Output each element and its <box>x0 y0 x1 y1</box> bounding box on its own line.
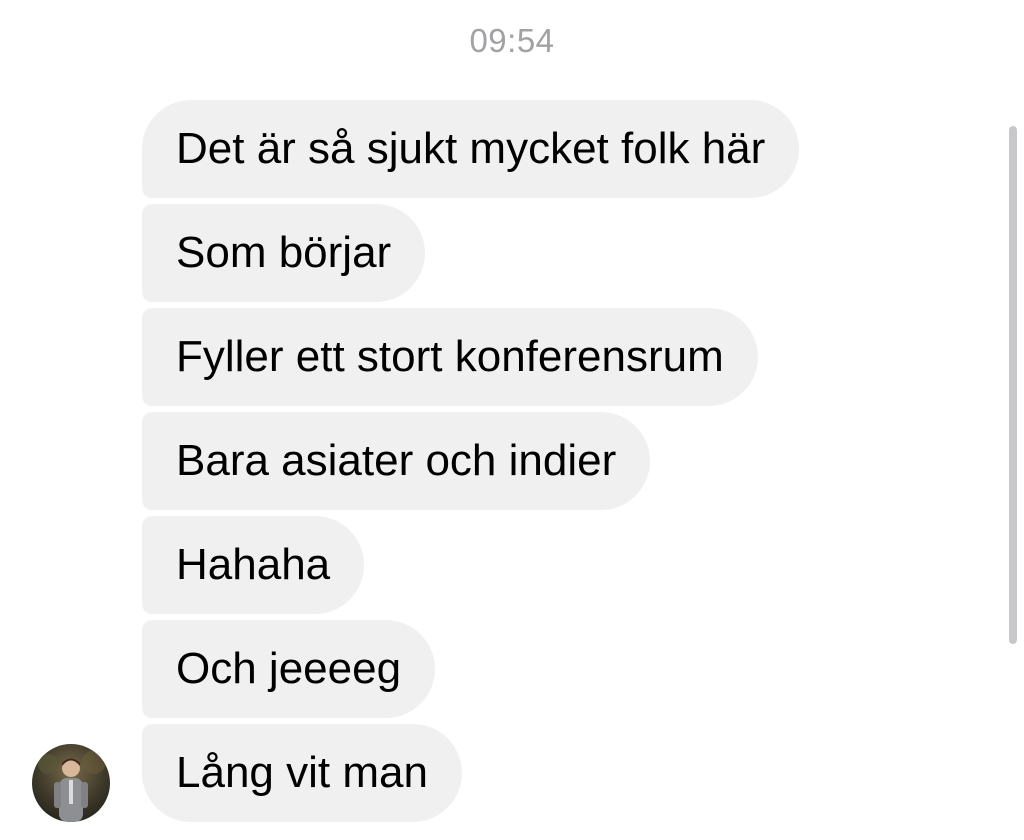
message-bubble[interactable]: Lång vit man <box>142 724 462 822</box>
contact-photo-icon <box>32 744 110 822</box>
message-timestamp: 09:54 <box>469 22 555 59</box>
message-bubble[interactable]: Hahaha <box>142 516 365 614</box>
avatar[interactable] <box>32 744 110 822</box>
scrollbar[interactable] <box>1009 126 1017 644</box>
message-bubble[interactable]: Som börjar <box>142 204 426 302</box>
message-bubble[interactable]: Det är så sjukt mycket folk här <box>142 100 800 198</box>
message-thread: Det är så sjukt mycket folk här Som börj… <box>142 100 902 828</box>
message-bubble[interactable]: Bara asiater och indier <box>142 412 651 510</box>
message-bubble[interactable]: Fyller ett stort konferensrum <box>142 308 758 406</box>
message-bubble[interactable]: Och jeeeeg <box>142 620 436 718</box>
